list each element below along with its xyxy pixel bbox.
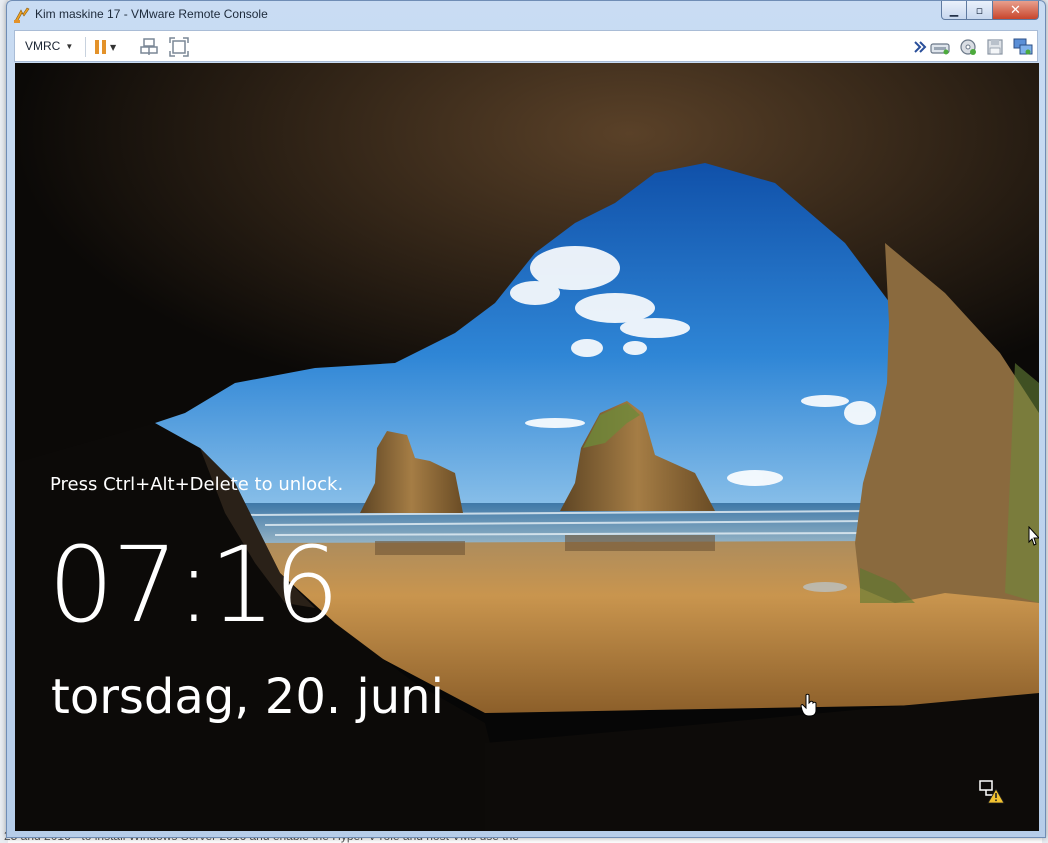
window-controls: ▁ ▫ ✕ bbox=[941, 1, 1039, 21]
pause-icon bbox=[95, 40, 106, 54]
cd-icon[interactable] bbox=[958, 37, 980, 57]
vmrc-toolbar: VMRC ▼ ▼ bbox=[14, 30, 1038, 62]
chevron-down-icon: ▼ bbox=[65, 41, 74, 51]
vmware-app-icon bbox=[14, 7, 30, 23]
unlock-hint: Press Ctrl+Alt+Delete to unlock. bbox=[50, 474, 344, 495]
minimize-button[interactable]: ▁ bbox=[941, 1, 967, 20]
expand-icon[interactable] bbox=[913, 37, 927, 57]
arrow-cursor-icon bbox=[1028, 526, 1039, 546]
network-warning-icon[interactable] bbox=[979, 779, 1005, 805]
fullscreen-icon[interactable] bbox=[169, 37, 189, 57]
toolbar-separator bbox=[85, 37, 86, 57]
lockscreen-date: torsdag, 20. juni bbox=[51, 669, 444, 725]
vmrc-menu-button[interactable]: VMRC ▼ bbox=[25, 39, 73, 53]
chevron-down-icon: ▼ bbox=[110, 42, 117, 52]
vm-console-screen[interactable]: Press Ctrl+Alt+Delete to unlock. 07:16 t… bbox=[15, 63, 1039, 831]
close-button[interactable]: ✕ bbox=[993, 1, 1039, 20]
vmrc-menu-label: VMRC bbox=[25, 39, 61, 53]
hand-cursor-icon bbox=[800, 693, 817, 717]
lockscreen-time: 07:16 bbox=[48, 524, 340, 646]
window-title: Kim maskine 17 - VMware Remote Console bbox=[35, 7, 268, 21]
maximize-button[interactable]: ▫ bbox=[967, 1, 993, 20]
floppy-icon[interactable] bbox=[985, 37, 1005, 57]
title-bar[interactable]: Kim maskine 17 - VMware Remote Console ▁… bbox=[7, 1, 1045, 29]
pause-menu-button[interactable]: ▼ bbox=[95, 37, 116, 57]
removable-device-icon[interactable] bbox=[929, 37, 951, 57]
network-adapter-icon[interactable] bbox=[1012, 37, 1034, 57]
send-keys-icon[interactable] bbox=[139, 37, 159, 57]
vmrc-window: Kim maskine 17 - VMware Remote Console ▁… bbox=[6, 0, 1046, 838]
